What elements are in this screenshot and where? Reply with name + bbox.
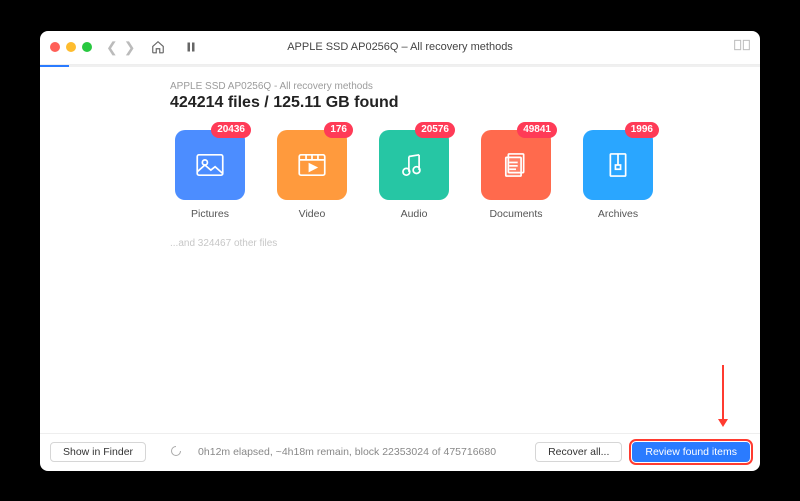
- tile-label-audio: Audio: [374, 208, 454, 220]
- tile-card-pictures: 20436: [175, 130, 245, 200]
- pictures-icon: [193, 148, 227, 182]
- tile-label-archives: Archives: [578, 208, 658, 220]
- pause-icon[interactable]: [185, 41, 197, 53]
- scan-status-text: 0h12m elapsed, ~4h18m remain, block 2235…: [198, 446, 525, 458]
- badge-pictures: 20436: [211, 122, 251, 138]
- tile-label-pictures: Pictures: [170, 208, 250, 220]
- video-icon: [295, 148, 329, 182]
- annotation-arrow: [722, 365, 724, 421]
- tile-video[interactable]: 176 Video: [272, 130, 352, 220]
- forward-button[interactable]: ❯: [124, 39, 136, 56]
- view-grid-icon[interactable]: [734, 38, 750, 56]
- home-icon[interactable]: [151, 40, 165, 54]
- tile-pictures[interactable]: 20436 Pictures: [170, 130, 250, 220]
- back-button[interactable]: ❮: [106, 39, 118, 56]
- review-found-items-button[interactable]: Review found items: [632, 442, 750, 462]
- recover-all-button[interactable]: Recover all...: [535, 442, 622, 462]
- close-window-button[interactable]: [50, 42, 60, 52]
- scan-spinner-icon: [170, 445, 182, 460]
- titlebar: ❮ ❯ APPLE SSD AP0256Q – All recovery met…: [40, 31, 760, 65]
- nav-arrows: ❮ ❯: [106, 39, 135, 56]
- window-title: APPLE SSD AP0256Q – All recovery methods: [40, 41, 760, 53]
- tile-audio[interactable]: 20576 Audio: [374, 130, 454, 220]
- audio-icon: [397, 148, 431, 182]
- other-files-text: ...and 324467 other files: [170, 238, 730, 249]
- badge-documents: 49841: [517, 122, 557, 138]
- tile-card-archives: 1996: [583, 130, 653, 200]
- show-in-finder-button[interactable]: Show in Finder: [50, 442, 146, 462]
- content-area: APPLE SSD AP0256Q - All recovery methods…: [40, 67, 760, 433]
- badge-audio: 20576: [415, 122, 455, 138]
- tile-documents[interactable]: 49841 Documents: [476, 130, 556, 220]
- footer: Show in Finder 0h12m elapsed, ~4h18m rem…: [40, 433, 760, 471]
- traffic-lights: [50, 42, 92, 52]
- badge-video: 176: [324, 122, 353, 138]
- minimize-window-button[interactable]: [66, 42, 76, 52]
- breadcrumb: APPLE SSD AP0256Q - All recovery methods: [170, 81, 730, 92]
- tile-label-documents: Documents: [476, 208, 556, 220]
- tile-card-video: 176: [277, 130, 347, 200]
- documents-icon: [499, 148, 533, 182]
- archives-icon: [601, 148, 635, 182]
- tile-archives[interactable]: 1996 Archives: [578, 130, 658, 220]
- headline: 424214 files / 125.11 GB found: [170, 94, 730, 112]
- tile-card-documents: 49841: [481, 130, 551, 200]
- badge-archives: 1996: [625, 122, 659, 138]
- app-window: ❮ ❯ APPLE SSD AP0256Q – All recovery met…: [40, 31, 760, 471]
- zoom-window-button[interactable]: [82, 42, 92, 52]
- category-tiles: 20436 Pictures 176 Video 20576 Audio: [170, 130, 730, 220]
- tile-card-audio: 20576: [379, 130, 449, 200]
- tile-label-video: Video: [272, 208, 352, 220]
